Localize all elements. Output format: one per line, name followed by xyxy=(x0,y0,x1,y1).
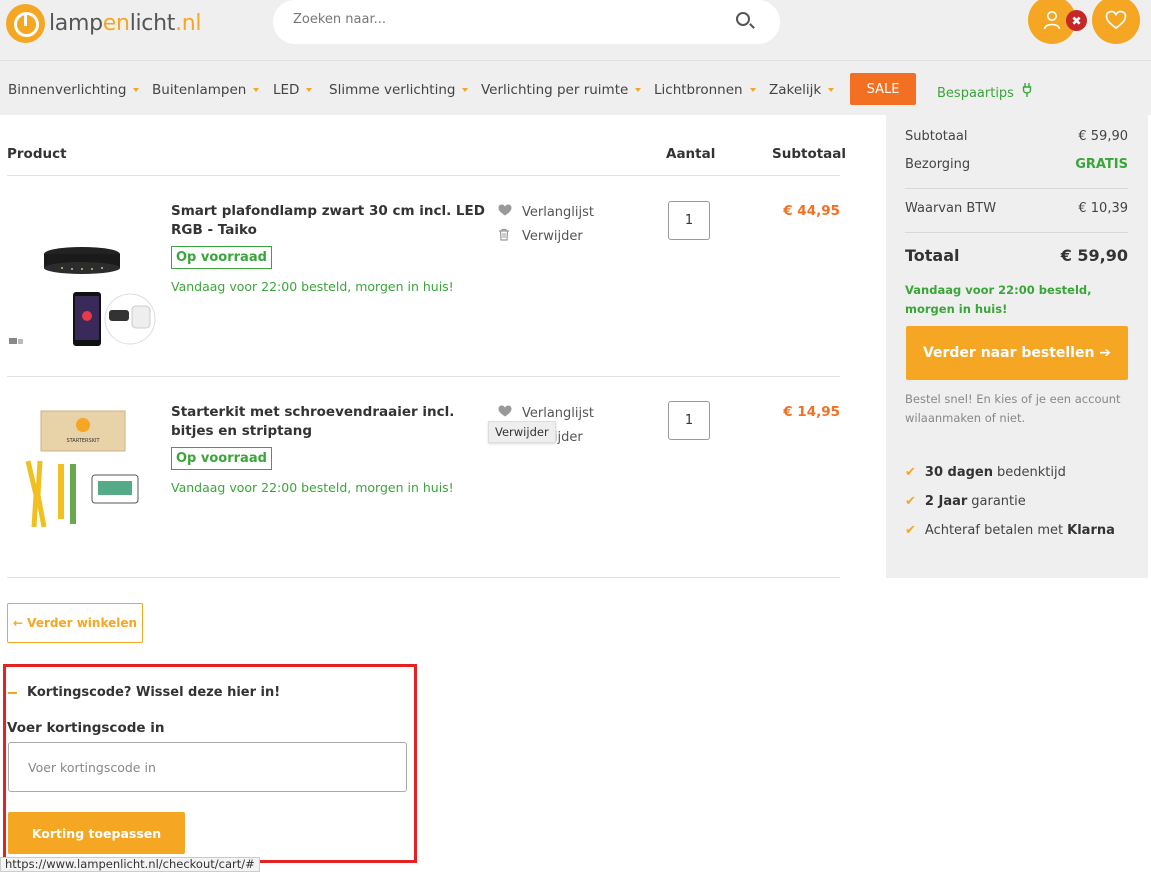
checkout-button[interactable]: Verder naar bestellen ➔ xyxy=(906,326,1128,380)
heart-icon xyxy=(498,204,512,220)
check-icon: ✔ xyxy=(905,494,916,509)
delivery-note: Vandaag voor 22:00 besteld, morgen in hu… xyxy=(171,480,454,495)
column-header-quantity: Aantal xyxy=(666,146,716,162)
chevron-down-icon xyxy=(635,88,642,92)
search-icon[interactable] xyxy=(736,12,750,26)
summary-vat-row: Waarvan BTW € 10,39 xyxy=(905,201,1128,216)
column-header-subtotal: Subtotaal xyxy=(772,146,847,162)
minus-icon xyxy=(8,691,17,694)
search-input[interactable] xyxy=(293,12,713,27)
divider xyxy=(7,577,840,578)
trash-icon xyxy=(498,228,512,245)
chevron-down-icon xyxy=(306,88,313,92)
nav-item-zakelijk[interactable]: Zakelijk xyxy=(769,82,835,98)
main-nav: Binnenverlichting Buitenlampen LED Slimm… xyxy=(0,60,1151,115)
product-name-link[interactable]: Smart plafondlamp zwart 30 cm incl. LED … xyxy=(171,202,486,240)
usp-item: ✔ 30 dagen bedenktijd xyxy=(905,465,1066,480)
divider xyxy=(905,188,1128,189)
kit-label: STARTERSKIT xyxy=(66,438,100,444)
chevron-down-icon xyxy=(828,88,835,92)
plug-icon xyxy=(1022,83,1032,97)
remove-link[interactable]: Verwijder xyxy=(498,228,583,245)
check-icon: ✔ xyxy=(905,465,916,480)
divider xyxy=(905,232,1128,233)
coupon-toggle[interactable]: Kortingscode? Wissel deze hier in! xyxy=(8,685,280,700)
quantity-input[interactable]: 1 xyxy=(668,201,710,240)
wishlist-link[interactable]: Verlanglijst xyxy=(498,204,594,220)
summary-total-row: Totaal € 59,90 xyxy=(905,246,1128,265)
chevron-down-icon xyxy=(133,88,140,92)
nav-item-binnenverlichting[interactable]: Binnenverlichting xyxy=(8,82,140,98)
product-name-link[interactable]: Starterkit met schroevendraaier incl. bi… xyxy=(171,403,486,441)
account-note: Bestel snel! En kies of je een account w… xyxy=(905,392,1121,425)
header-bar: lampenlicht.nl ✖ xyxy=(0,0,1151,60)
nav-item-slimme-verlichting[interactable]: Slimme verlichting xyxy=(329,82,469,98)
remove-tooltip: Verwijder xyxy=(488,421,556,443)
nav-item-lichtbronnen[interactable]: Lichtbronnen xyxy=(654,82,756,98)
account-badge[interactable]: ✖ xyxy=(1066,10,1087,31)
coupon-label: Voer kortingscode in xyxy=(7,720,165,736)
stock-badge: Op voorraad xyxy=(171,246,272,269)
quantity-input[interactable]: 1 xyxy=(668,401,710,440)
logo-text: lampenlicht.nl xyxy=(49,11,202,36)
nav-item-buitenlampen[interactable]: Buitenlampen xyxy=(152,82,260,98)
nav-item-led[interactable]: LED xyxy=(273,82,313,98)
usp-item: ✔ 2 Jaar garantie xyxy=(905,494,1026,509)
status-bar-url: https://www.lampenlicht.nl/checkout/cart… xyxy=(0,857,260,872)
bespaartips-link[interactable]: Bespaartips xyxy=(937,82,1033,101)
chevron-down-icon xyxy=(462,88,469,92)
usp-item: ✔ Achteraf betalen met Klarna xyxy=(905,523,1115,538)
delivery-note: Vandaag voor 22:00 besteld, morgen in hu… xyxy=(171,279,454,294)
item-subtotal: € 14,95 xyxy=(783,404,840,420)
item-subtotal: € 44,95 xyxy=(783,203,840,219)
column-header-product: Product xyxy=(7,146,67,162)
apply-coupon-button[interactable]: Korting toepassen xyxy=(8,812,185,854)
summary-delivery-note: Vandaag voor 22:00 besteld, morgen in hu… xyxy=(905,283,1092,316)
product-image-starterkit[interactable]: STARTERSKIT xyxy=(20,409,145,531)
site-logo[interactable]: lampenlicht.nl xyxy=(6,4,202,43)
coupon-code-input[interactable] xyxy=(8,742,407,792)
product-image-taiko[interactable] xyxy=(7,236,157,351)
user-icon xyxy=(1043,11,1061,30)
summary-subtotal-row: Subtotaal € 59,90 xyxy=(905,129,1128,144)
chevron-down-icon xyxy=(749,88,756,92)
divider xyxy=(7,376,840,377)
divider xyxy=(7,175,840,176)
wishlist-link[interactable]: Verlanglijst xyxy=(498,405,594,421)
heart-icon xyxy=(1105,10,1127,30)
nav-item-verlichting-per-ruimte[interactable]: Verlichting per ruimte xyxy=(481,82,642,98)
check-icon: ✔ xyxy=(905,523,916,538)
stock-badge: Op voorraad xyxy=(171,447,272,470)
continue-shopping-button[interactable]: ← Verder winkelen xyxy=(7,603,143,643)
summary-shipping-row: Bezorging GRATIS xyxy=(905,157,1128,172)
search-box xyxy=(273,0,780,44)
heart-icon xyxy=(498,405,512,421)
logo-icon xyxy=(6,4,45,43)
chevron-down-icon xyxy=(253,88,260,92)
sale-button[interactable]: SALE xyxy=(850,73,916,105)
wishlist-button[interactable] xyxy=(1092,0,1140,44)
